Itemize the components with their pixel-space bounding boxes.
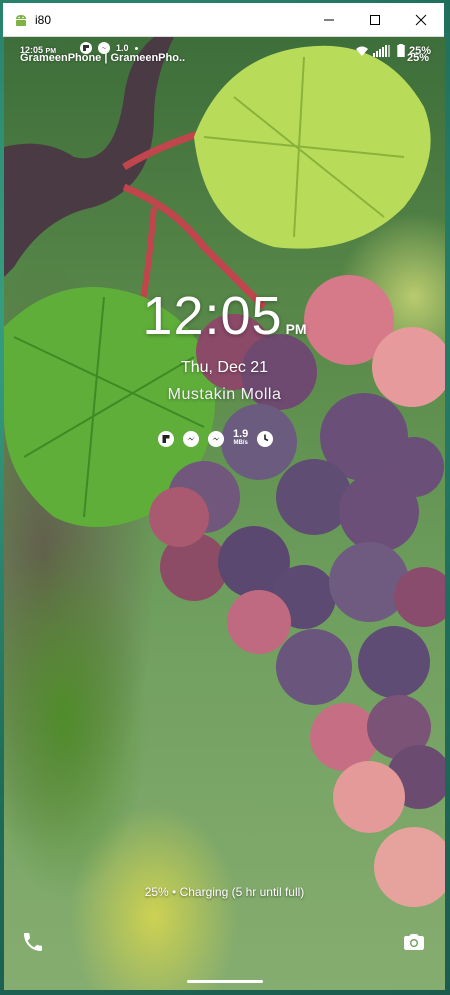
minimize-icon: [324, 19, 334, 20]
wifi-icon: [355, 46, 368, 56]
messenger-icon: [208, 431, 224, 447]
flipboard-icon: [158, 431, 174, 447]
camera-icon: [404, 934, 424, 950]
status-bar: 12:05 PM GrameenPhone | GrameenPho.. 1.0…: [4, 37, 445, 67]
flipboard-icon: [80, 42, 92, 54]
signal-icon: [372, 44, 390, 57]
clock-icon: [257, 431, 274, 447]
net-speed: 1.9 MB/s: [233, 428, 249, 448]
phone-shortcut-button[interactable]: [21, 930, 45, 954]
battery-charging-icon: [397, 44, 405, 57]
phone-icon: [24, 933, 42, 951]
net-speed-unit: MB/s: [233, 440, 248, 446]
status-data-rate: 1.0: [116, 42, 129, 53]
dot-icon: [134, 46, 138, 50]
phone-screen[interactable]: 12:05 PM GrameenPhone | GrameenPho.. 1.0…: [4, 37, 445, 990]
window-titlebar[interactable]: i80: [3, 3, 444, 37]
clock-ampm: PM: [285, 321, 307, 337]
net-speed-value: 1.9: [233, 428, 249, 440]
gesture-navigation-handle[interactable]: [187, 980, 263, 983]
messenger-icon: [98, 42, 110, 54]
messenger-icon: [183, 431, 199, 447]
camera-shortcut-button[interactable]: [402, 930, 426, 954]
minimize-button[interactable]: [306, 3, 352, 36]
close-button[interactable]: [398, 3, 444, 36]
owner-info: Mustakin Molla: [167, 386, 282, 403]
clock-time: 12:05: [142, 286, 283, 346]
status-battery-percent-secondary: 25%: [406, 52, 429, 64]
charging-status: 25% • Charging (5 hr until full): [144, 885, 305, 899]
maximize-icon: [370, 14, 380, 25]
android-icon: [16, 14, 26, 26]
lock-clock: 12:05 PM: [4, 285, 445, 347]
status-notification-icons: 1.0: [80, 42, 138, 54]
lock-date: Thu, Dec 21: [180, 359, 269, 376]
lock-notification-icons[interactable]: 1.9 MB/s: [158, 428, 274, 448]
close-icon: [415, 14, 427, 25]
wallpaper-grapes-image: [4, 37, 445, 907]
window-title: i80: [35, 12, 52, 27]
maximize-button[interactable]: [352, 3, 398, 36]
